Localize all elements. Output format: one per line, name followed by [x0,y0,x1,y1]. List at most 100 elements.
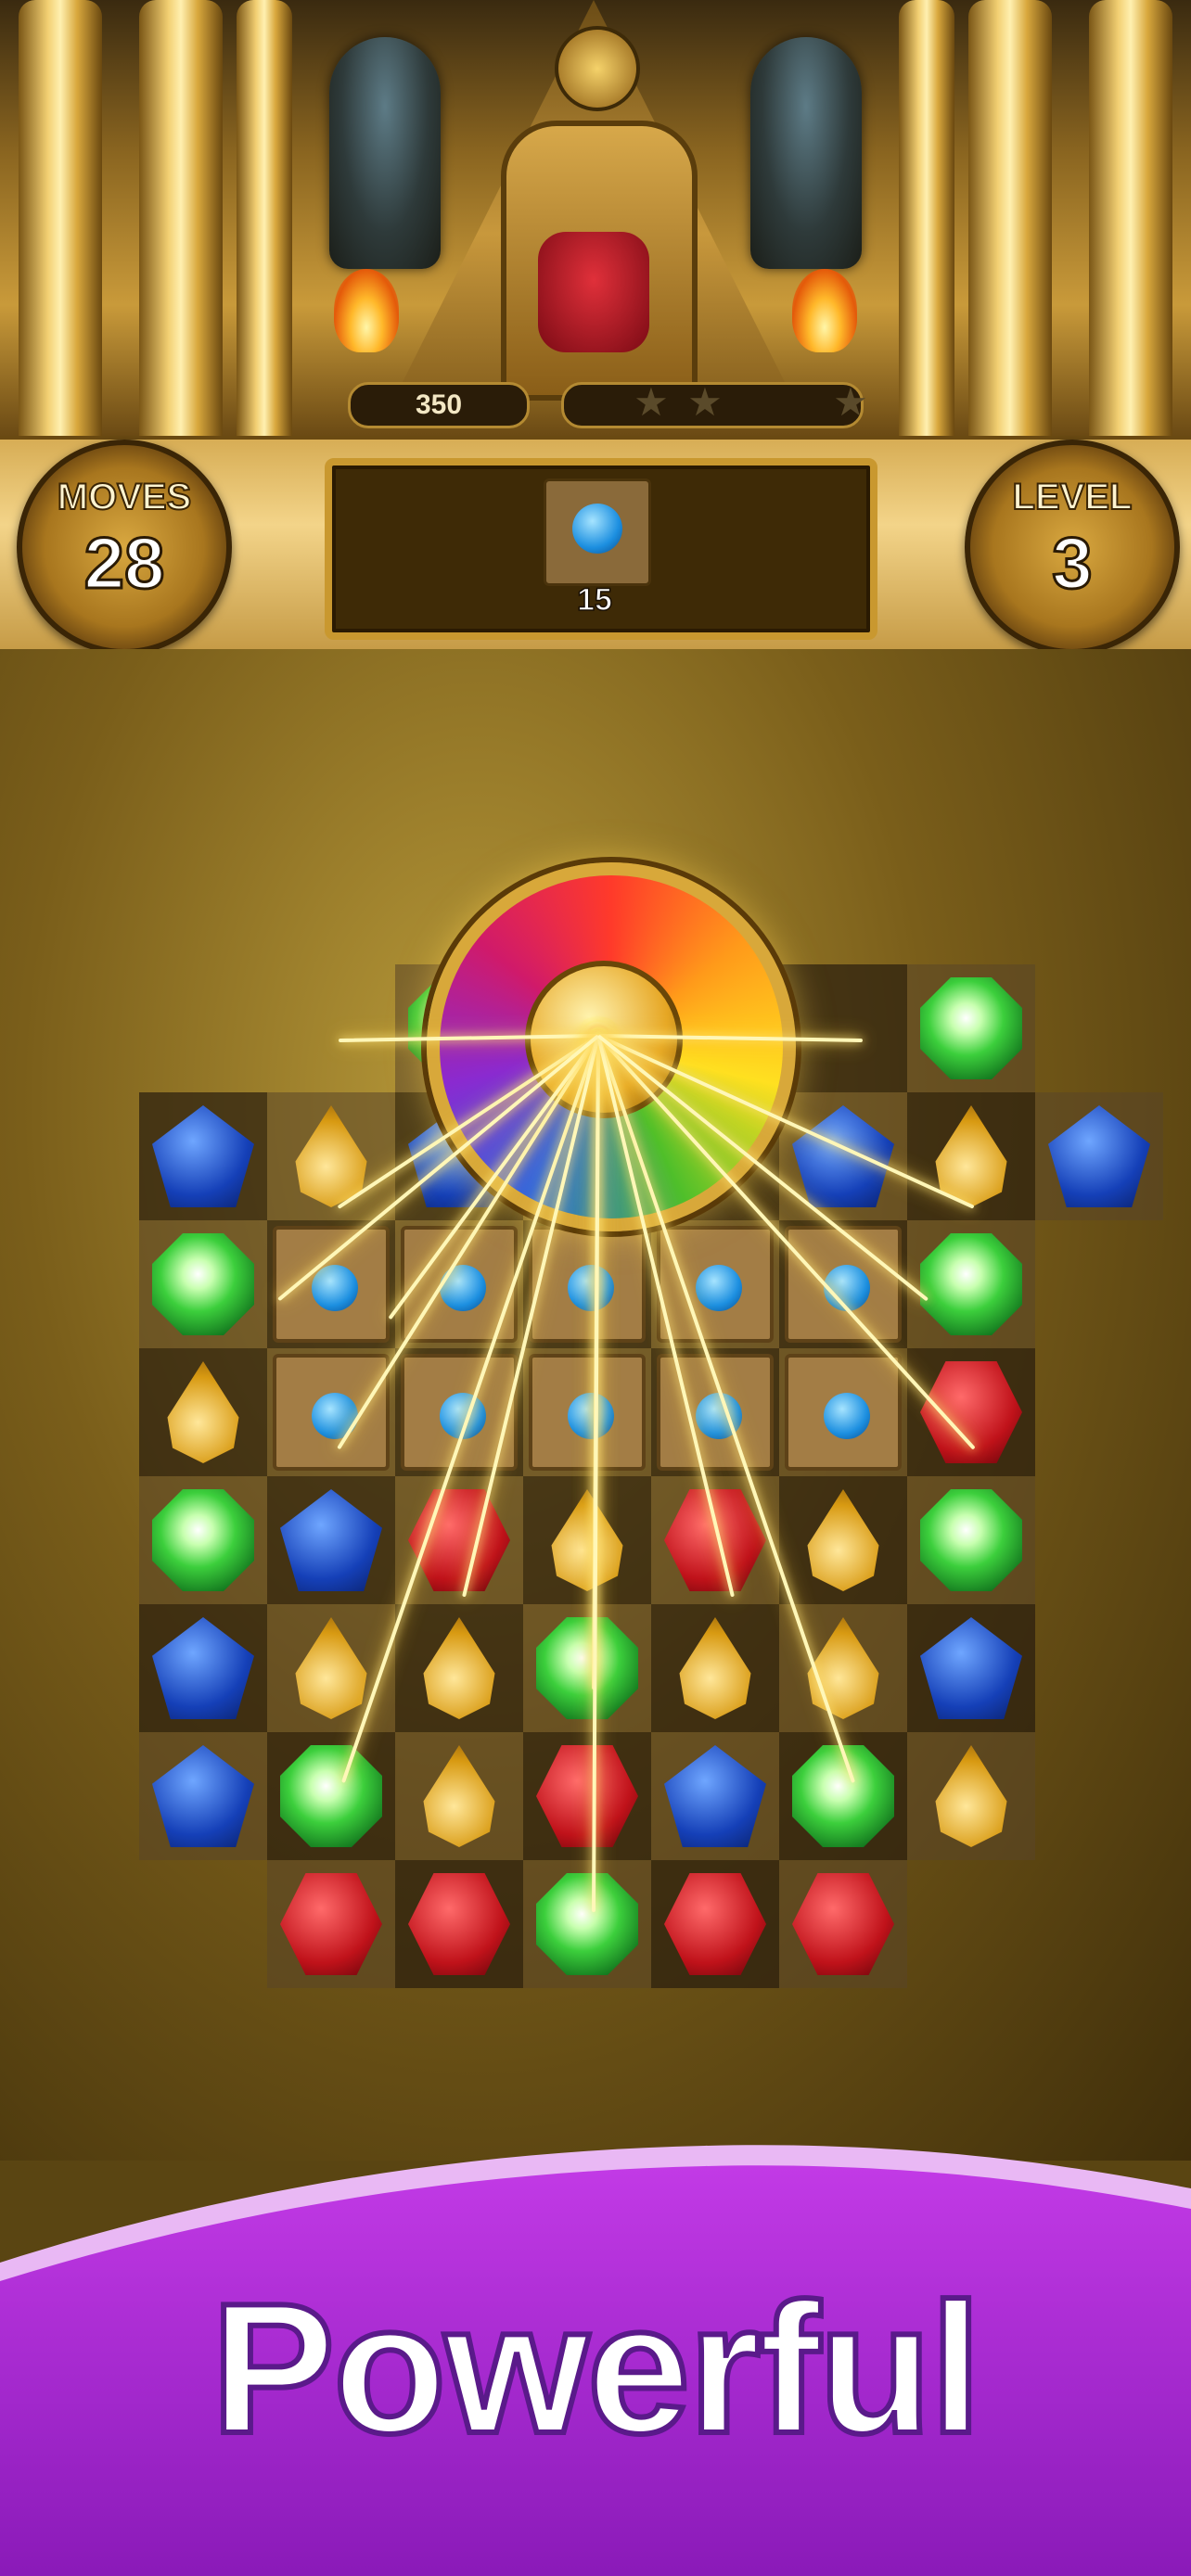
board-cell[interactable] [395,1348,523,1476]
temple-scene: 350 ★ ★ ★ [0,0,1191,436]
red-gem-icon[interactable] [792,1873,894,1975]
green-gem-icon[interactable] [536,1873,638,1975]
yellow-gem-icon[interactable] [295,1105,367,1207]
board-cell[interactable] [779,964,907,1092]
board-cell[interactable] [651,1476,779,1604]
green-gem-icon[interactable] [536,1617,638,1719]
board-cell[interactable] [651,1604,779,1732]
green-gem-icon[interactable] [920,1233,1022,1335]
blue-gem-icon [568,1393,614,1439]
red-gem-icon[interactable] [664,1489,766,1591]
blue-gem-icon [824,1393,870,1439]
board-cell[interactable] [267,1220,395,1348]
board-cell[interactable] [139,1220,267,1348]
board-cell[interactable] [651,1348,779,1476]
pillar-right-1 [1089,0,1172,436]
board-cell[interactable] [523,1348,651,1476]
crate-tile [657,1226,774,1343]
blue-gem-icon[interactable] [280,1489,382,1591]
board-cell[interactable] [779,1476,907,1604]
level-medallion: LEVEL 3 [965,440,1180,655]
board-cell[interactable] [523,1860,651,1988]
yellow-gem-icon[interactable] [551,1489,623,1591]
board-cell[interactable] [907,1348,1035,1476]
blue-gem-icon[interactable] [152,1617,254,1719]
board-cell[interactable] [267,1092,395,1220]
board-cell[interactable] [395,1860,523,1988]
yellow-gem-icon[interactable] [679,1617,751,1719]
board-cell[interactable] [907,1476,1035,1604]
blue-gem-icon[interactable] [792,1105,894,1207]
board-cell[interactable] [651,1732,779,1860]
board-cell[interactable] [395,1732,523,1860]
board-cell[interactable] [907,1220,1035,1348]
level-label: LEVEL [1012,476,1133,518]
board-cell[interactable] [651,1860,779,1988]
board-cell[interactable] [779,1348,907,1476]
board-cell[interactable] [139,1348,267,1476]
board-cell[interactable] [395,1476,523,1604]
banner-title: Powerful [209,2263,985,2475]
board-cell[interactable] [395,1604,523,1732]
hud-bar: MOVES 28 15 LEVEL 3 [0,436,1191,658]
board-cell[interactable] [779,1220,907,1348]
blue-gem-icon[interactable] [152,1105,254,1207]
board-cell[interactable] [267,1604,395,1732]
green-gem-icon[interactable] [152,1233,254,1335]
green-gem-icon[interactable] [920,977,1022,1079]
level-value: 3 [1051,521,1094,606]
score-display: 350 [348,382,530,428]
blue-gem-icon[interactable] [664,1745,766,1847]
red-gem-icon[interactable] [536,1745,638,1847]
board-cell[interactable] [907,964,1035,1092]
torch-flame-left-icon [334,269,399,352]
yellow-gem-icon[interactable] [423,1617,495,1719]
goal-crate-icon [544,478,651,586]
yellow-gem-icon[interactable] [167,1361,239,1463]
yellow-gem-icon[interactable] [935,1745,1007,1847]
board-cell[interactable] [779,1092,907,1220]
board-cell[interactable] [139,1604,267,1732]
board-cell[interactable] [139,1092,267,1220]
progress-star-icon: ★ [634,379,669,425]
yellow-gem-icon[interactable] [423,1745,495,1847]
blue-gem-icon [696,1265,742,1311]
yellow-gem-icon[interactable] [807,1489,879,1591]
board-cell[interactable] [1035,1092,1163,1220]
torch-flame-right-icon [792,269,857,352]
board-cell[interactable] [267,1732,395,1860]
goal-panel: 15 [325,458,877,640]
board-cell[interactable] [139,1732,267,1860]
board-cell[interactable] [523,1476,651,1604]
moves-value: 28 [83,521,166,606]
board-cell[interactable] [139,1476,267,1604]
crate-tile [529,1354,646,1471]
statue-right [750,37,862,269]
board-cell[interactable] [907,1604,1035,1732]
crate-tile [273,1226,390,1343]
board-cell[interactable] [523,1604,651,1732]
board-cell[interactable] [523,1220,651,1348]
board-cell[interactable] [267,1476,395,1604]
green-gem-icon[interactable] [920,1489,1022,1591]
crate-tile [273,1354,390,1471]
green-gem-icon[interactable] [280,1745,382,1847]
board-cell[interactable] [907,1092,1035,1220]
board-cell[interactable] [907,1732,1035,1860]
red-gem-icon[interactable] [280,1873,382,1975]
pillar-left-2 [139,0,223,436]
blue-gem-icon [312,1393,358,1439]
blue-gem-icon[interactable] [1048,1105,1150,1207]
board-cell[interactable] [779,1860,907,1988]
yellow-gem-icon[interactable] [807,1617,879,1719]
red-gem-icon[interactable] [664,1873,766,1975]
blue-gem-icon[interactable] [152,1745,254,1847]
green-gem-icon[interactable] [152,1489,254,1591]
statue-left [329,37,441,269]
red-gem-icon[interactable] [408,1873,510,1975]
progress-star-icon: ★ [687,379,723,425]
board-cell[interactable] [267,1348,395,1476]
board-cell[interactable] [523,1732,651,1860]
board-cell[interactable] [267,1860,395,1988]
blue-gem-icon[interactable] [920,1617,1022,1719]
